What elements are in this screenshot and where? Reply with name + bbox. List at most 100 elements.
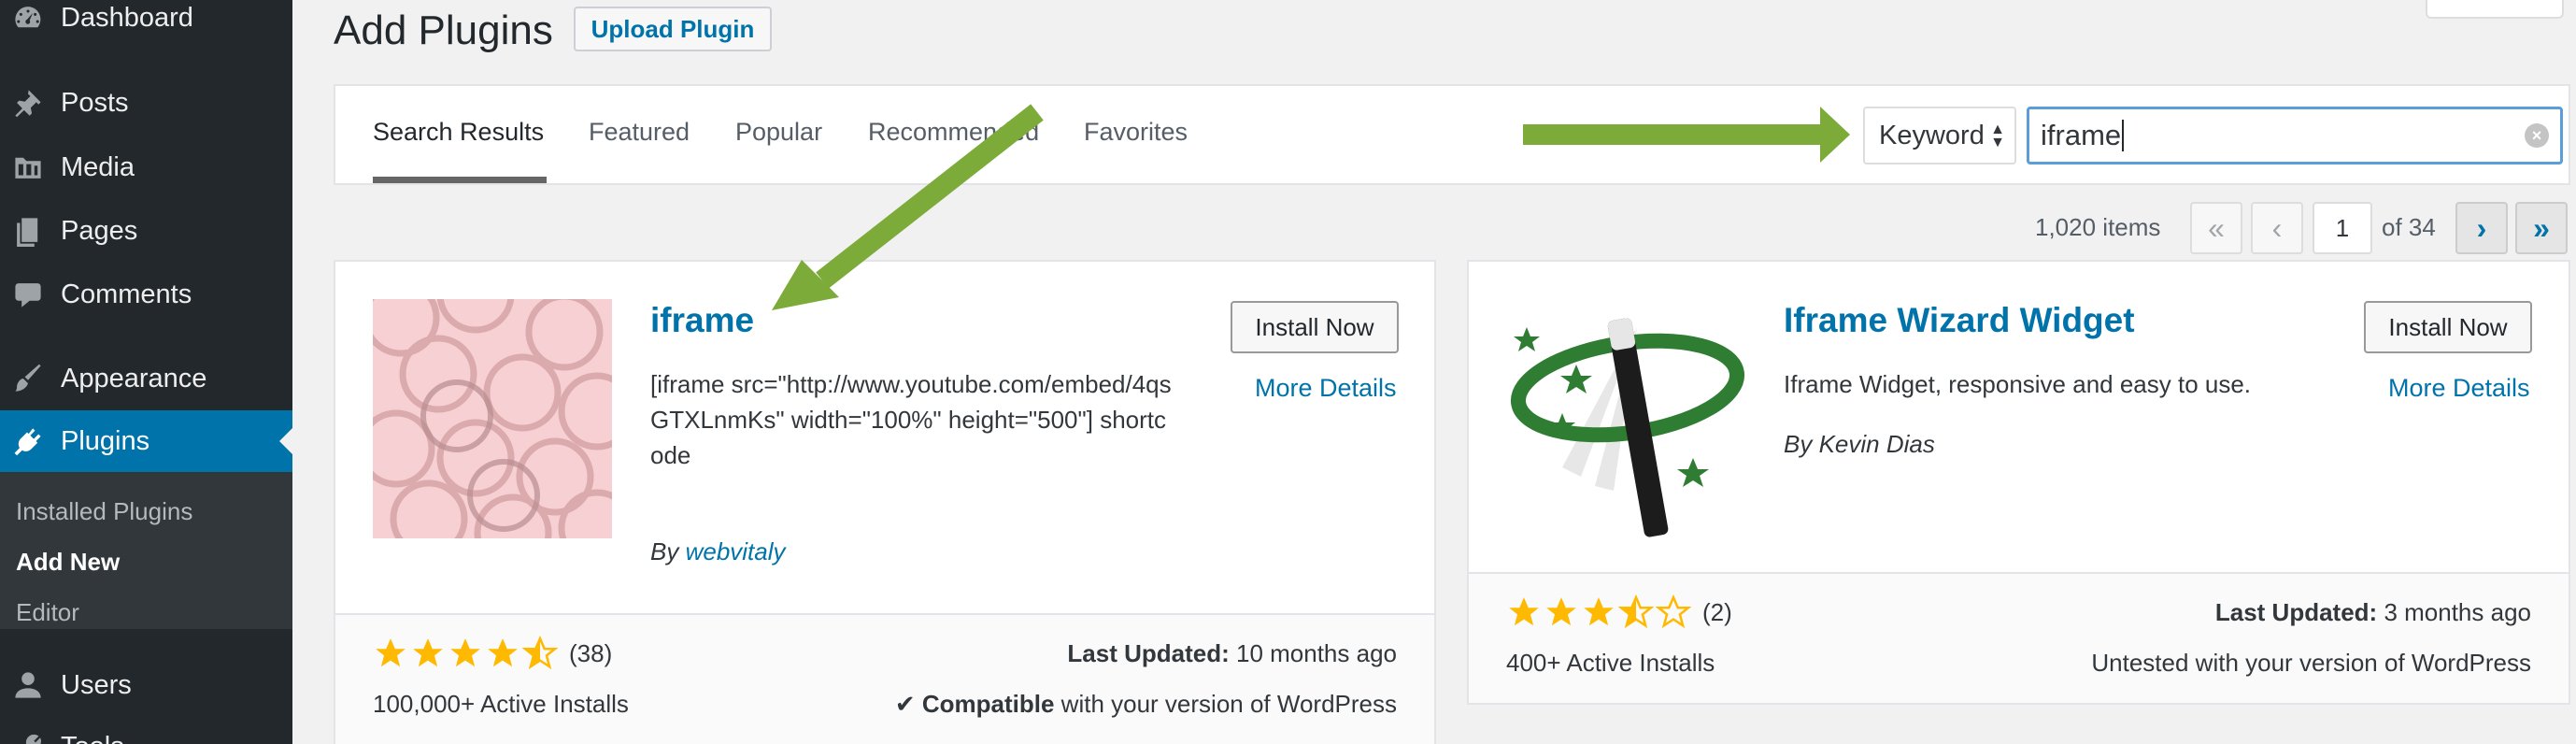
compatibility: Untested with your version of WordPress [2091,649,2531,678]
compatibility-text: with your version of WordPress [1060,690,1397,718]
tab-search-results[interactable]: Search Results [373,118,544,147]
tab-featured[interactable]: Featured [589,118,690,147]
next-page-button[interactable]: › [2455,202,2508,254]
comment-icon [11,278,45,311]
plugin-search-input[interactable]: iframe × [2027,107,2563,165]
last-updated-value: 3 months ago [2384,598,2531,626]
author-link[interactable]: webvitaly [686,537,786,565]
total-pages: of 34 [2382,213,2436,241]
plugin-description: Iframe Widget, responsive and easy to us… [1784,370,2252,398]
rating-count: (38) [569,638,613,667]
sidebar-item-comments[interactable]: Comments [0,264,292,325]
star-half-icon [522,636,558,670]
upload-plugin-button[interactable]: Upload Plugin [574,7,772,51]
active-installs: 400+ Active Installs [1506,649,1715,677]
items-count: 1,020 items [2035,213,2161,241]
tab-recommended[interactable]: Recommended [868,118,1039,147]
sidebar-item-dashboard[interactable]: Dashboard [0,0,292,49]
media-icon [11,150,45,184]
tab-favorites[interactable]: Favorites [1084,118,1188,147]
sidebar-item-media[interactable]: Media [0,136,292,198]
star-rating: (38) [373,636,612,671]
tab-popular[interactable]: Popular [735,118,822,147]
plugin-author: By Kevin Dias [1784,430,1935,459]
last-updated: Last Updated: 3 months ago [2215,598,2531,627]
plugin-icon [11,424,45,458]
author-prefix: By [1784,430,1813,458]
search-type-select[interactable]: Keyword ▲ ▼ [1863,107,2016,165]
pushpin-icon [11,86,45,120]
sidebar-item-label: Comments [61,279,192,309]
paintbrush-icon [11,362,45,395]
submenu-editor[interactable]: Editor [16,598,79,627]
star-half-icon [1618,594,1654,629]
last-updated-value: 10 months ago [1235,639,1397,667]
select-arrows-icon: ▲ ▼ [1990,122,2005,150]
sidebar-item-posts[interactable]: Posts [0,72,292,134]
star-full-icon [413,638,443,667]
sidebar-item-users[interactable]: Users [0,654,292,716]
prev-page-button[interactable]: ‹ [2251,202,2303,254]
first-page-button[interactable]: « [2190,202,2242,254]
plugins-submenu: Installed Plugins Add New Editor [0,472,292,629]
clear-search-icon[interactable]: × [2525,123,2549,148]
sidebar-item-plugins[interactable]: Plugins [0,410,292,472]
compatibility-text: Untested with your version of WordPress [2091,649,2531,677]
magic-wand-thumbnail [1506,299,1745,538]
admin-sidebar: Dashboard Posts Media Pages Comments App… [0,0,292,744]
sidebar-item-label: Dashboard [61,2,193,33]
text-caret [2122,120,2125,151]
submenu-add-new[interactable]: Add New [16,548,120,577]
plugin-filter-bar: Search Results Featured Popular Recommen… [334,84,2570,185]
sidebar-item-label: Posts [61,87,129,118]
star-full-icon [1584,597,1614,626]
plugin-card-footer: (2) 400+ Active Installs Last Updated: 3… [1469,572,2569,703]
plugin-description: [iframe src="http://www.youtube.com/embe… [650,370,1172,469]
plugin-card-iframe-wizard-widget: Iframe Wizard Widget Iframe Widget, resp… [1467,260,2570,705]
sidebar-item-pages[interactable]: Pages [0,200,292,262]
compatibility-status: Compatible [921,690,1055,718]
compatibility: ✔ Compatible with your version of WordPr… [895,690,1397,719]
sidebar-item-label: Appearance [61,363,207,393]
last-page-button[interactable]: » [2515,202,2568,254]
sidebar-item-label: Pages [61,215,138,246]
install-now-button[interactable]: Install Now [1231,301,1399,353]
star-full-icon [450,638,480,667]
page-title: Add Plugins [334,7,553,53]
help-tab[interactable] [2426,0,2564,19]
author-prefix: By [650,537,679,565]
star-rating: (2) [1506,594,1732,630]
star-full-icon [376,638,406,667]
sidebar-item-label: Tools [61,732,124,744]
last-updated-label: Last Updated: [2214,598,2378,626]
sidebar-item-label: Media [61,151,135,182]
author-name: Kevin Dias [1818,430,1935,458]
sidebar-item-tools[interactable]: Tools [0,716,292,744]
current-page-input[interactable]: 1 [2313,202,2372,254]
sidebar-item-label: Plugins [61,425,150,456]
plugin-card-iframe: iframe [iframe src="http://www.youtube.c… [334,260,1436,744]
star-full-icon [488,638,518,667]
more-details-link[interactable]: More Details [2388,374,2530,403]
search-type-value: Keyword [1879,120,1985,150]
active-tab-indicator [373,177,547,183]
user-icon [11,668,45,702]
star-empty-icon [1656,594,1691,629]
submenu-installed-plugins[interactable]: Installed Plugins [16,497,192,526]
plugin-thumbnail [373,299,612,538]
dashboard-icon [11,1,45,35]
pages-icon [11,214,45,248]
plugin-name-link[interactable]: iframe [650,301,754,340]
sidebar-item-label: Users [61,669,132,700]
install-now-button[interactable]: Install Now [2364,301,2532,353]
active-installs: 100,000+ Active Installs [373,690,629,718]
plugin-name-link[interactable]: Iframe Wizard Widget [1784,301,2135,340]
last-updated-label: Last Updated: [1067,639,1230,667]
plugin-card-footer: (38) 100,000+ Active Installs Last Updat… [335,613,1434,744]
plugin-author: By webvitaly [650,537,786,566]
more-details-link[interactable]: More Details [1255,374,1397,403]
star-full-icon [1509,597,1539,626]
sidebar-item-appearance[interactable]: Appearance [0,348,292,409]
star-full-icon [1546,597,1576,626]
rating-count: (2) [1702,597,1732,626]
